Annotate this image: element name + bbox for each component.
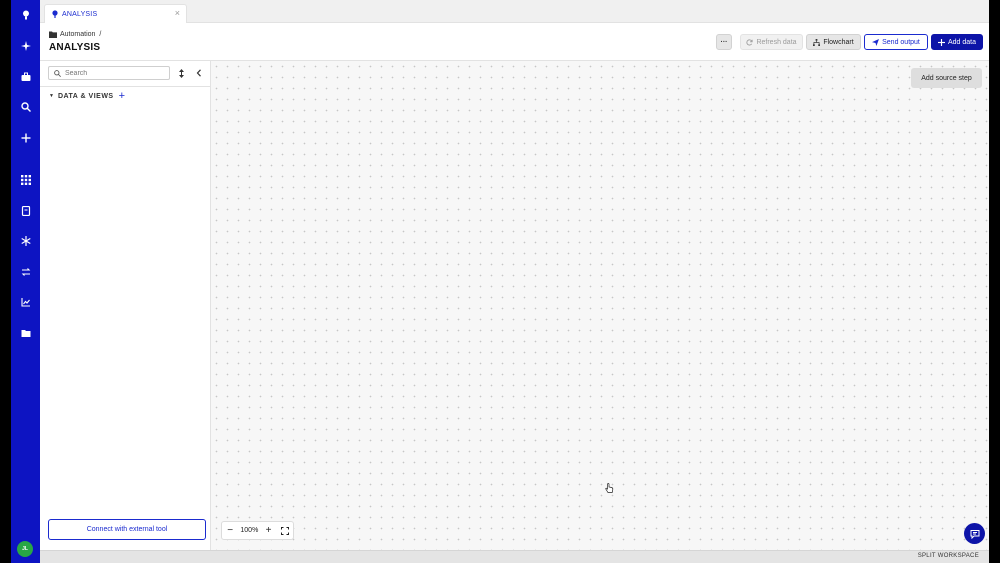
search-box[interactable] [48,66,170,80]
caret-down-icon[interactable]: ▼ [49,93,54,99]
folder-icon [49,31,57,38]
search-icon [54,69,61,77]
search-icon[interactable] [18,99,33,114]
avatar[interactable]: JL [17,541,33,557]
pin-icon [52,10,58,18]
page-title: ANALYSIS [49,42,101,53]
chart-icon[interactable] [18,294,33,309]
breadcrumb-separator: / [99,31,102,38]
send-icon [872,38,880,46]
sparkle-icon[interactable] [18,38,33,53]
app-window: JL ANALYSIS × Automation / ANALYSIS ··· … [11,0,989,563]
page-header: Automation / ANALYSIS ··· Refresh data F… [40,23,989,61]
divider [40,86,211,87]
flowchart-label: Flowchart [823,38,854,46]
add-data-label: Add data [947,38,977,46]
snowflake-icon[interactable] [18,233,33,248]
apps-grid-icon[interactable] [18,172,33,187]
nav-rail: JL [11,0,40,563]
refresh-data-label: Refresh data [756,38,797,46]
data-views-section[interactable]: ▼ DATA & VIEWS + [49,91,125,102]
add-view-icon[interactable]: + [119,91,125,102]
zoom-level: 100% [240,527,259,534]
status-bar: SPLIT WORKSPACE [40,550,989,563]
briefcase-icon[interactable] [18,69,33,84]
hand-cursor-icon [605,483,614,493]
chat-icon[interactable] [964,523,985,544]
add-source-step-button[interactable]: Add source step [911,68,982,88]
breadcrumb: Automation / [49,31,101,38]
zoom-controls: − 100% + [221,521,294,540]
search-input[interactable] [65,69,160,77]
workspace-label[interactable]: SPLIT WORKSPACE [918,553,979,559]
tab-bar: ANALYSIS × [40,0,989,23]
refresh-data-button[interactable]: Refresh data [740,34,803,50]
data-sidebar: ▼ DATA & VIEWS + Connect with external t… [40,61,211,550]
flow-canvas[interactable]: Add source step − 100% + [211,61,989,550]
folder-icon[interactable] [18,325,33,340]
refresh-icon [746,38,754,46]
connect-external-tool-button[interactable]: Connect with external tool [48,519,206,540]
add-data-button[interactable]: Add data [931,34,983,50]
tab-analysis[interactable]: ANALYSIS × [44,4,187,23]
transfer-icon[interactable] [18,264,33,279]
flowchart-button[interactable]: Flowchart [806,34,861,50]
zoom-out-button[interactable]: − [224,525,236,537]
send-output-button[interactable]: Send output [864,34,928,50]
document-icon[interactable] [18,203,33,218]
plus-icon[interactable] [18,130,33,145]
chevron-left-icon[interactable] [193,67,205,79]
tab-label: ANALYSIS [62,10,98,18]
section-label: DATA & VIEWS [57,92,114,100]
more-button[interactable]: ··· [716,34,732,50]
close-icon[interactable]: × [175,9,180,18]
plus-icon [937,38,945,46]
zoom-in-button[interactable]: + [263,525,275,537]
send-output-label: Send output [882,38,920,46]
sort-icon[interactable] [175,67,187,79]
logo-icon[interactable] [18,7,33,22]
breadcrumb-item[interactable]: Automation [60,31,95,38]
fullscreen-icon[interactable] [279,525,291,537]
flowchart-icon [813,38,821,46]
